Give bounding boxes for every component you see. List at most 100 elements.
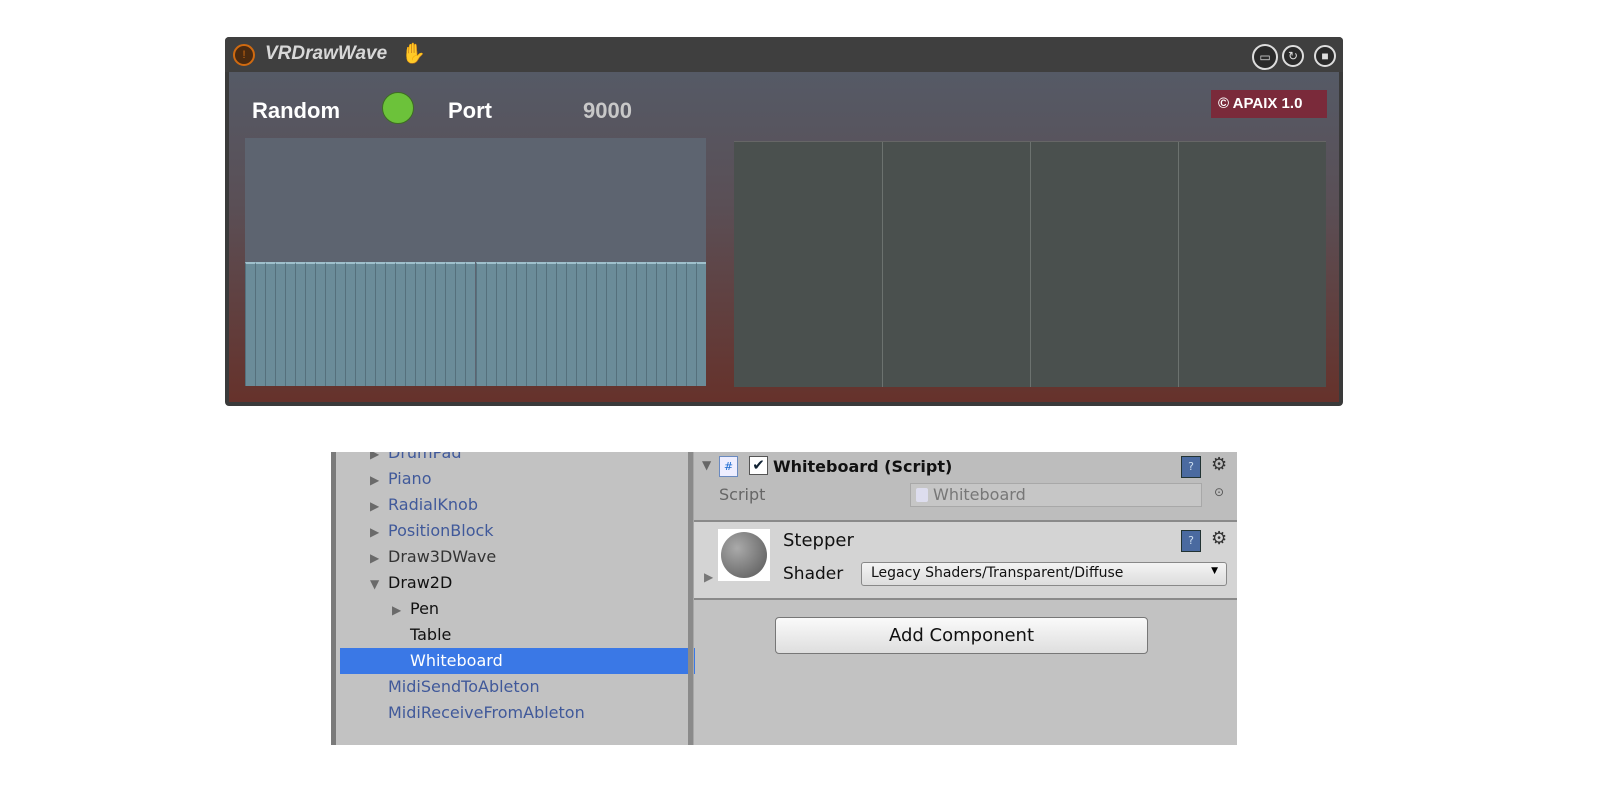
material-section: ▶ Stepper ? ⚙ Shader Legacy Shaders/Tran… (694, 522, 1237, 600)
sphere-icon (721, 532, 767, 578)
slider-bar[interactable] (425, 262, 436, 386)
slider-bar[interactable] (485, 262, 496, 386)
slider-bar[interactable] (445, 262, 456, 386)
expand-arrow-icon[interactable]: ▼ (370, 571, 388, 597)
hierarchy-item[interactable]: MidiSendToAbleton (340, 674, 695, 700)
slider-bar[interactable] (295, 262, 306, 386)
slider-bar[interactable] (575, 262, 586, 386)
grid-divider (1030, 142, 1031, 387)
slider-bar[interactable] (345, 262, 356, 386)
slider-bar[interactable] (375, 262, 386, 386)
help-icon[interactable]: ? (1181, 456, 1201, 478)
material-gear-icon[interactable]: ⚙ (1211, 528, 1227, 549)
expand-arrow-icon[interactable]: ▶ (370, 467, 388, 493)
slider-bar[interactable] (405, 262, 416, 386)
material-help-icon[interactable]: ? (1181, 530, 1201, 552)
expand-arrow-icon[interactable]: ▶ (370, 493, 388, 519)
slider-bar[interactable] (585, 262, 596, 386)
hierarchy-item[interactable]: ▼ Draw2D (340, 570, 695, 596)
refresh-icon[interactable]: ↻ (1282, 45, 1304, 67)
draw-grid[interactable] (734, 141, 1326, 387)
slider-bar[interactable] (455, 262, 466, 386)
hierarchy-item[interactable]: ▶ RadialKnob (340, 492, 695, 518)
slider-bar[interactable] (385, 262, 396, 386)
hierarchy-item[interactable]: Whiteboard (340, 648, 695, 674)
title-bar: ! VRDrawWave ✋ ▭ ↻ ■ (225, 37, 1343, 72)
hierarchy-item-label: Whiteboard (410, 651, 503, 670)
port-value[interactable]: 9000 (583, 98, 632, 124)
slider-bar[interactable] (245, 262, 256, 386)
slider-bar[interactable] (535, 262, 546, 386)
slider-bar[interactable] (495, 262, 506, 386)
copyright-badge: © APAIX 1.0 (1211, 90, 1327, 118)
device-title: VRDrawWave (265, 43, 388, 64)
slider-bar[interactable] (675, 262, 686, 386)
hierarchy-item[interactable]: ▶ PositionBlock (340, 518, 695, 544)
hierarchy-item[interactable]: ▶ Draw3DWave (340, 544, 695, 570)
port-label: Port (448, 98, 492, 123)
dropdown-arrow-icon: ▼ (1211, 566, 1218, 576)
expand-arrow-icon[interactable]: ▶ (370, 545, 388, 571)
slider-bar[interactable] (625, 262, 636, 386)
slider-bar[interactable] (695, 262, 706, 386)
slider-bar[interactable] (465, 262, 476, 386)
hierarchy-item-label: MidiReceiveFromAbleton (388, 703, 585, 722)
slider-bar[interactable] (645, 262, 656, 386)
hierarchy-item[interactable]: ▶ Pen (340, 596, 695, 622)
slider-bar[interactable] (515, 262, 526, 386)
hierarchy-item[interactable]: ▶ Piano (340, 466, 695, 492)
slider-bar[interactable] (315, 262, 326, 386)
script-value: Whiteboard (933, 485, 1026, 504)
enabled-checkbox[interactable]: ✔ (749, 456, 768, 475)
slider-bar[interactable] (525, 262, 536, 386)
foldout-arrow-icon[interactable]: ▼ (702, 458, 711, 472)
slider-bar[interactable] (555, 262, 566, 386)
slider-bar[interactable] (365, 262, 376, 386)
material-foldout-icon[interactable]: ▶ (704, 570, 713, 584)
slider-bar[interactable] (255, 262, 266, 386)
expand-arrow-icon[interactable]: ▶ (392, 597, 410, 623)
save-icon[interactable]: ■ (1314, 45, 1336, 67)
slider-bar[interactable] (265, 262, 276, 386)
slider-bar[interactable] (395, 262, 406, 386)
slider-bar[interactable] (435, 262, 446, 386)
gear-icon[interactable]: ⚙ (1211, 454, 1227, 475)
slider-bar[interactable] (275, 262, 286, 386)
presentation-icon[interactable]: ▭ (1252, 44, 1278, 70)
slider-bar[interactable] (595, 262, 606, 386)
random-toggle[interactable] (382, 92, 414, 124)
slider-bar[interactable] (415, 262, 426, 386)
random-label: Random (252, 98, 340, 123)
slider-bar[interactable] (325, 262, 336, 386)
slider-bar[interactable] (615, 262, 626, 386)
slider-bar[interactable] (475, 262, 486, 386)
component-header: ▼ # ✔ Whiteboard (Script) ? ⚙ Script Whi… (694, 452, 1237, 522)
slider-bar[interactable] (605, 262, 616, 386)
add-component-label: Add Component (888, 625, 1035, 646)
slider-bar[interactable] (655, 262, 666, 386)
script-label: Script (719, 485, 766, 504)
expand-arrow-icon[interactable]: ▶ (370, 452, 388, 467)
slider-bar[interactable] (665, 262, 676, 386)
power-icon[interactable]: ! (233, 44, 255, 66)
slider-bar[interactable] (565, 262, 576, 386)
material-preview (718, 529, 770, 581)
hierarchy-item-label: Draw2D (388, 573, 453, 592)
object-picker-icon[interactable]: ⊙ (1214, 485, 1224, 499)
slider-bar[interactable] (685, 262, 696, 386)
slider-bar[interactable] (355, 262, 366, 386)
slider-bar[interactable] (545, 262, 556, 386)
multislider[interactable] (245, 138, 706, 386)
hierarchy-item[interactable]: Table (340, 622, 695, 648)
hierarchy-item[interactable]: ▶ DrumPad (340, 452, 695, 466)
csharp-script-icon: # (719, 456, 738, 477)
slider-bar[interactable] (505, 262, 516, 386)
shader-dropdown[interactable]: Legacy Shaders/Transparent/Diffuse ▼ (861, 562, 1227, 586)
add-component-button[interactable]: Add Component (775, 617, 1148, 654)
slider-bar[interactable] (305, 262, 316, 386)
expand-arrow-icon[interactable]: ▶ (370, 519, 388, 545)
slider-bar[interactable] (285, 262, 296, 386)
hierarchy-item[interactable]: MidiReceiveFromAbleton (340, 700, 695, 726)
slider-bar[interactable] (635, 262, 646, 386)
slider-bar[interactable] (335, 262, 346, 386)
